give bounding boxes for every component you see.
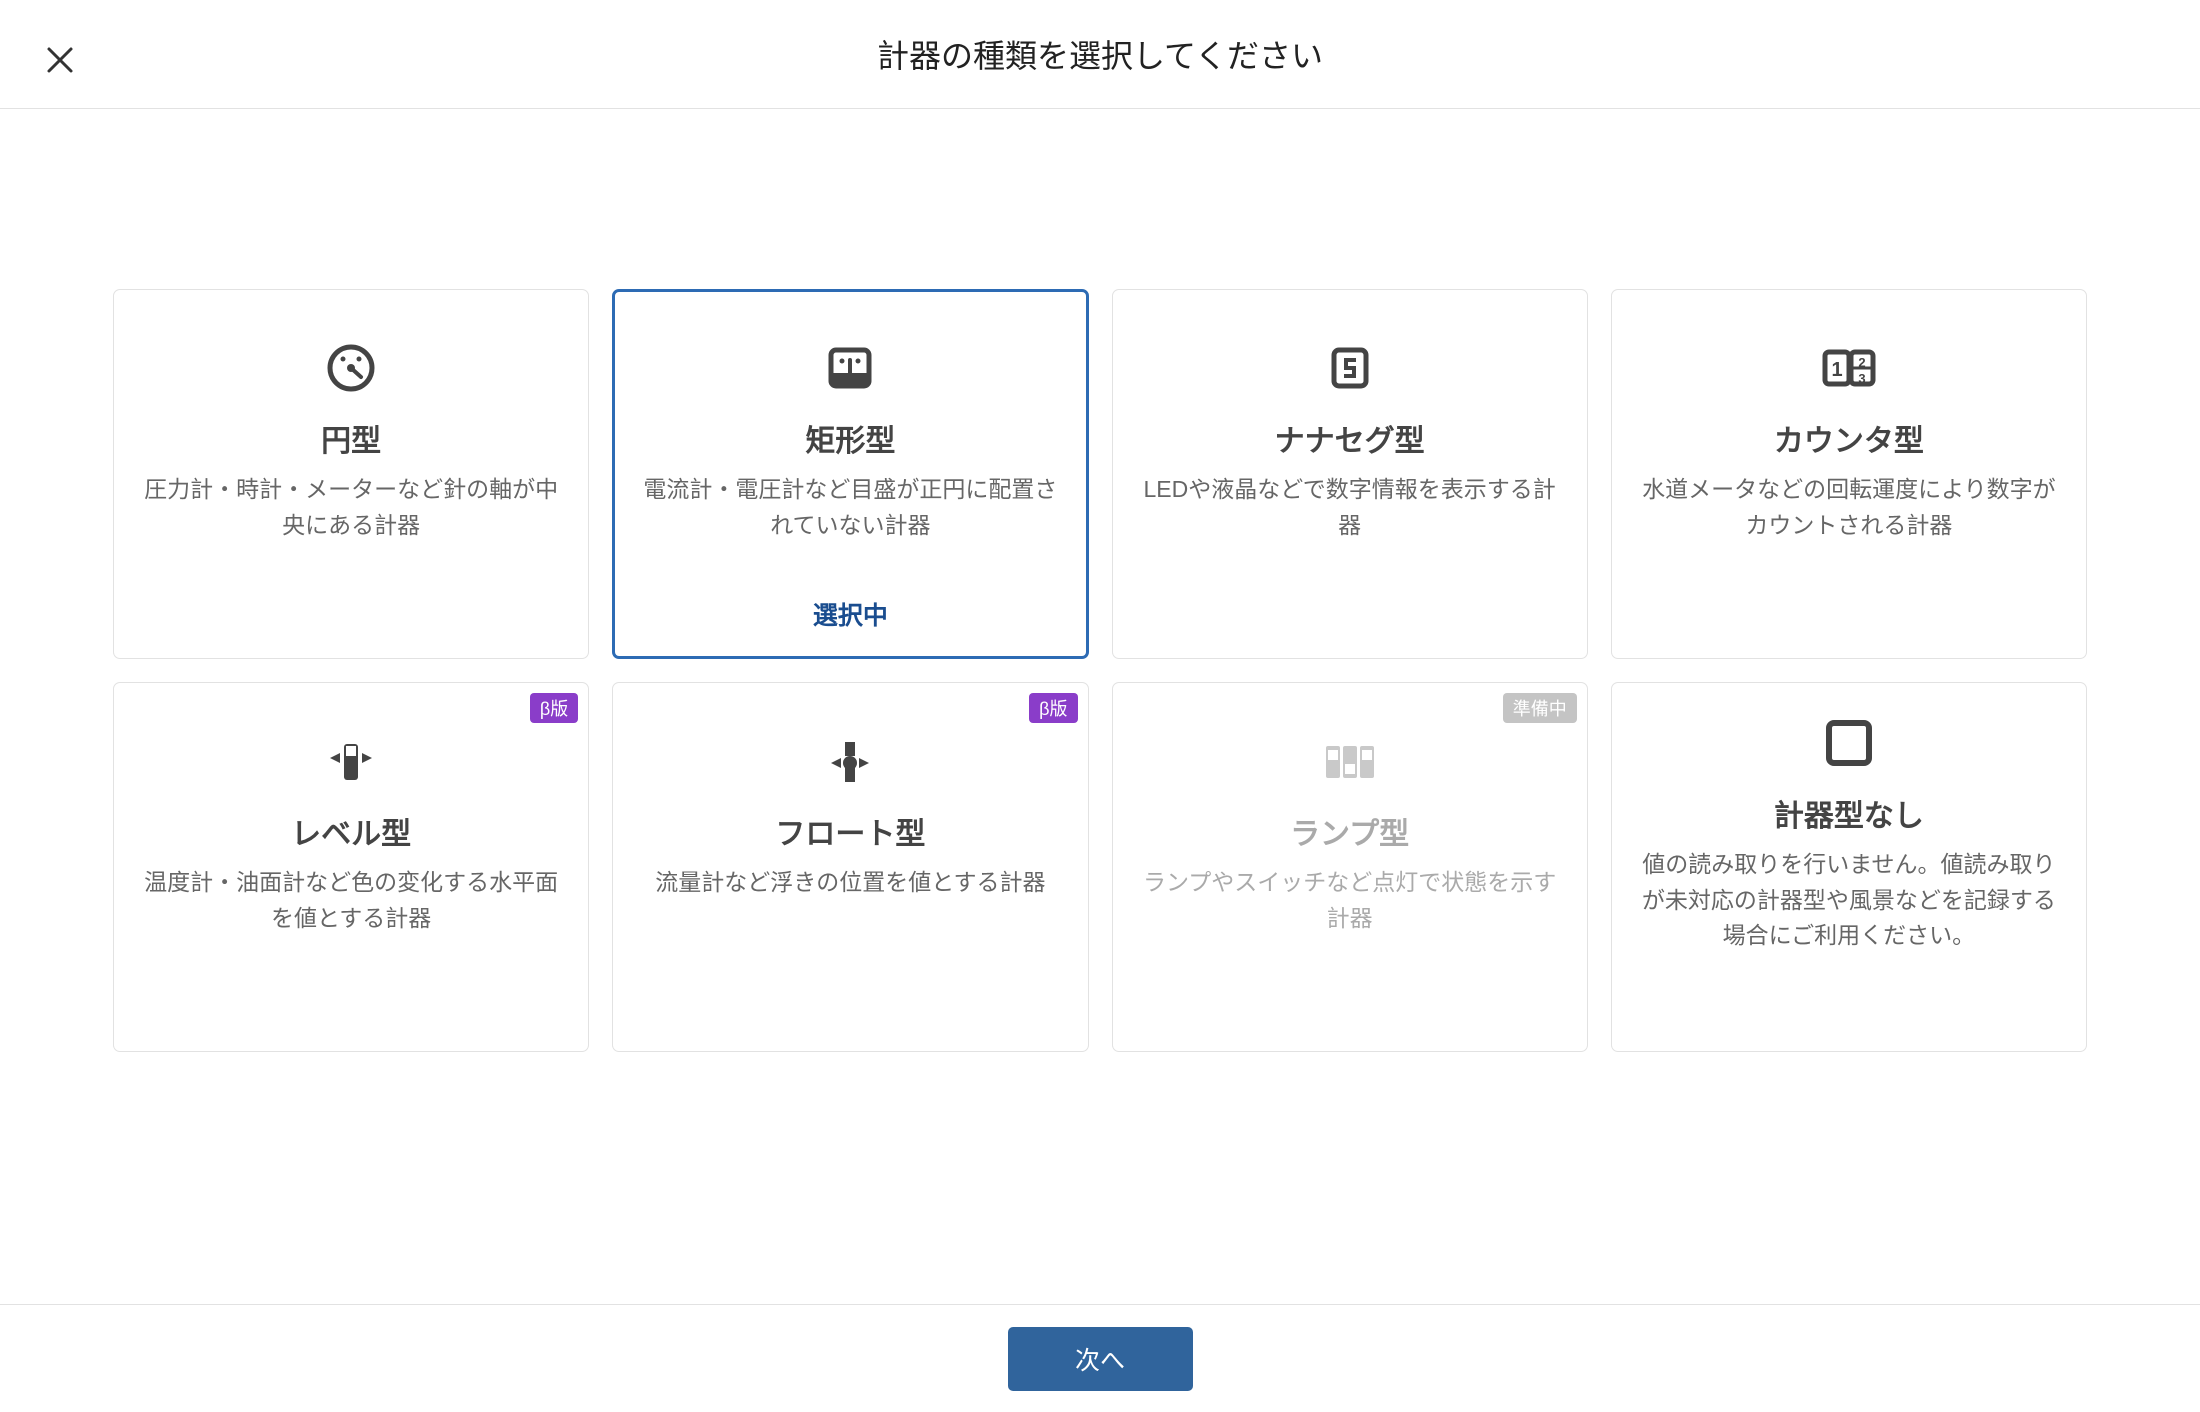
gauge-circular-icon <box>321 338 381 398</box>
card-description: 水道メータなどの回転運度により数字がカウントされる計器 <box>1642 472 2056 543</box>
card-description: 流量計など浮きの位置を値とする計器 <box>655 865 1045 901</box>
page-title: 計器の種類を選択してください <box>0 31 2200 77</box>
card-title: レベル型 <box>291 809 411 853</box>
level-gauge-icon <box>321 731 381 791</box>
seven-segment-icon <box>1320 338 1380 398</box>
counter-icon: 1 2 3 <box>1819 338 1879 398</box>
card-none[interactable]: 計器型なし 値の読み取りを行いません。値読み取りが未対応の計器型や風景などを記録… <box>1611 682 2087 1052</box>
svg-text:1: 1 <box>1831 359 1842 381</box>
card-title: 計器型なし <box>1774 791 1924 835</box>
card-circular[interactable]: 円型 圧力計・時計・メーターなど針の軸が中央にある計器 <box>113 289 589 659</box>
lamp-icon <box>1320 731 1380 791</box>
card-level[interactable]: β版 レベル型 温度計・油面計など色の変化する水平面を値とする計器 <box>113 682 589 1052</box>
beta-badge: β版 <box>1029 693 1077 723</box>
card-description: 値の読み取りを行いません。値読み取りが未対応の計器型や風景などを記録する場合にご… <box>1642 847 2056 954</box>
next-button[interactable]: 次へ <box>1008 1327 1193 1391</box>
card-title: フロート型 <box>775 809 925 853</box>
cards-grid: 円型 圧力計・時計・メーターなど針の軸が中央にある計器 矩形型 電流計・電圧計な… <box>113 289 2087 1052</box>
beta-badge: β版 <box>530 693 578 723</box>
float-gauge-icon <box>820 731 880 791</box>
card-description: 圧力計・時計・メーターなど針の軸が中央にある計器 <box>144 472 558 543</box>
content-area: 円型 圧力計・時計・メーターなど針の軸が中央にある計器 矩形型 電流計・電圧計な… <box>0 109 2200 1052</box>
coming-soon-badge: 準備中 <box>1503 693 1577 723</box>
gauge-rectangular-icon <box>820 338 880 398</box>
svg-text:3: 3 <box>1858 371 1865 386</box>
card-float[interactable]: β版 フロート型 流量計など浮きの位置を値とする計器 <box>612 682 1088 1052</box>
card-sevensegment[interactable]: ナナセグ型 LEDや液晶などで数字情報を表示する計器 <box>1112 289 1588 659</box>
card-description: ランプやスイッチなど点灯で状態を示す計器 <box>1143 865 1557 936</box>
modal-header: 計器の種類を選択してください <box>0 0 2200 109</box>
close-button[interactable] <box>40 40 80 80</box>
card-counter[interactable]: 1 2 3 カウンタ型 水道メータなどの回転運度により数字がカウントされる計器 <box>1611 289 2087 659</box>
card-description: LEDや液晶などで数字情報を表示する計器 <box>1143 472 1557 543</box>
card-title: 円型 <box>321 416 381 460</box>
selected-label: 選択中 <box>615 596 1085 632</box>
footer: 次へ <box>0 1304 2200 1412</box>
card-title: ナナセグ型 <box>1275 416 1425 460</box>
card-rectangular[interactable]: 矩形型 電流計・電圧計など目盛が正円に配置されていない計器 選択中 <box>612 289 1088 659</box>
close-icon <box>45 45 75 75</box>
card-description: 温度計・油面計など色の変化する水平面を値とする計器 <box>144 865 558 936</box>
none-icon <box>1819 713 1879 773</box>
card-description: 電流計・電圧計など目盛が正円に配置されていない計器 <box>643 472 1057 543</box>
card-lamp: 準備中 ランプ型 ランプやスイッチなど点灯で状態を示す計器 <box>1112 682 1588 1052</box>
card-title: 矩形型 <box>805 416 895 460</box>
card-title: ランプ型 <box>1290 809 1409 853</box>
card-title: カウンタ型 <box>1774 416 1924 460</box>
